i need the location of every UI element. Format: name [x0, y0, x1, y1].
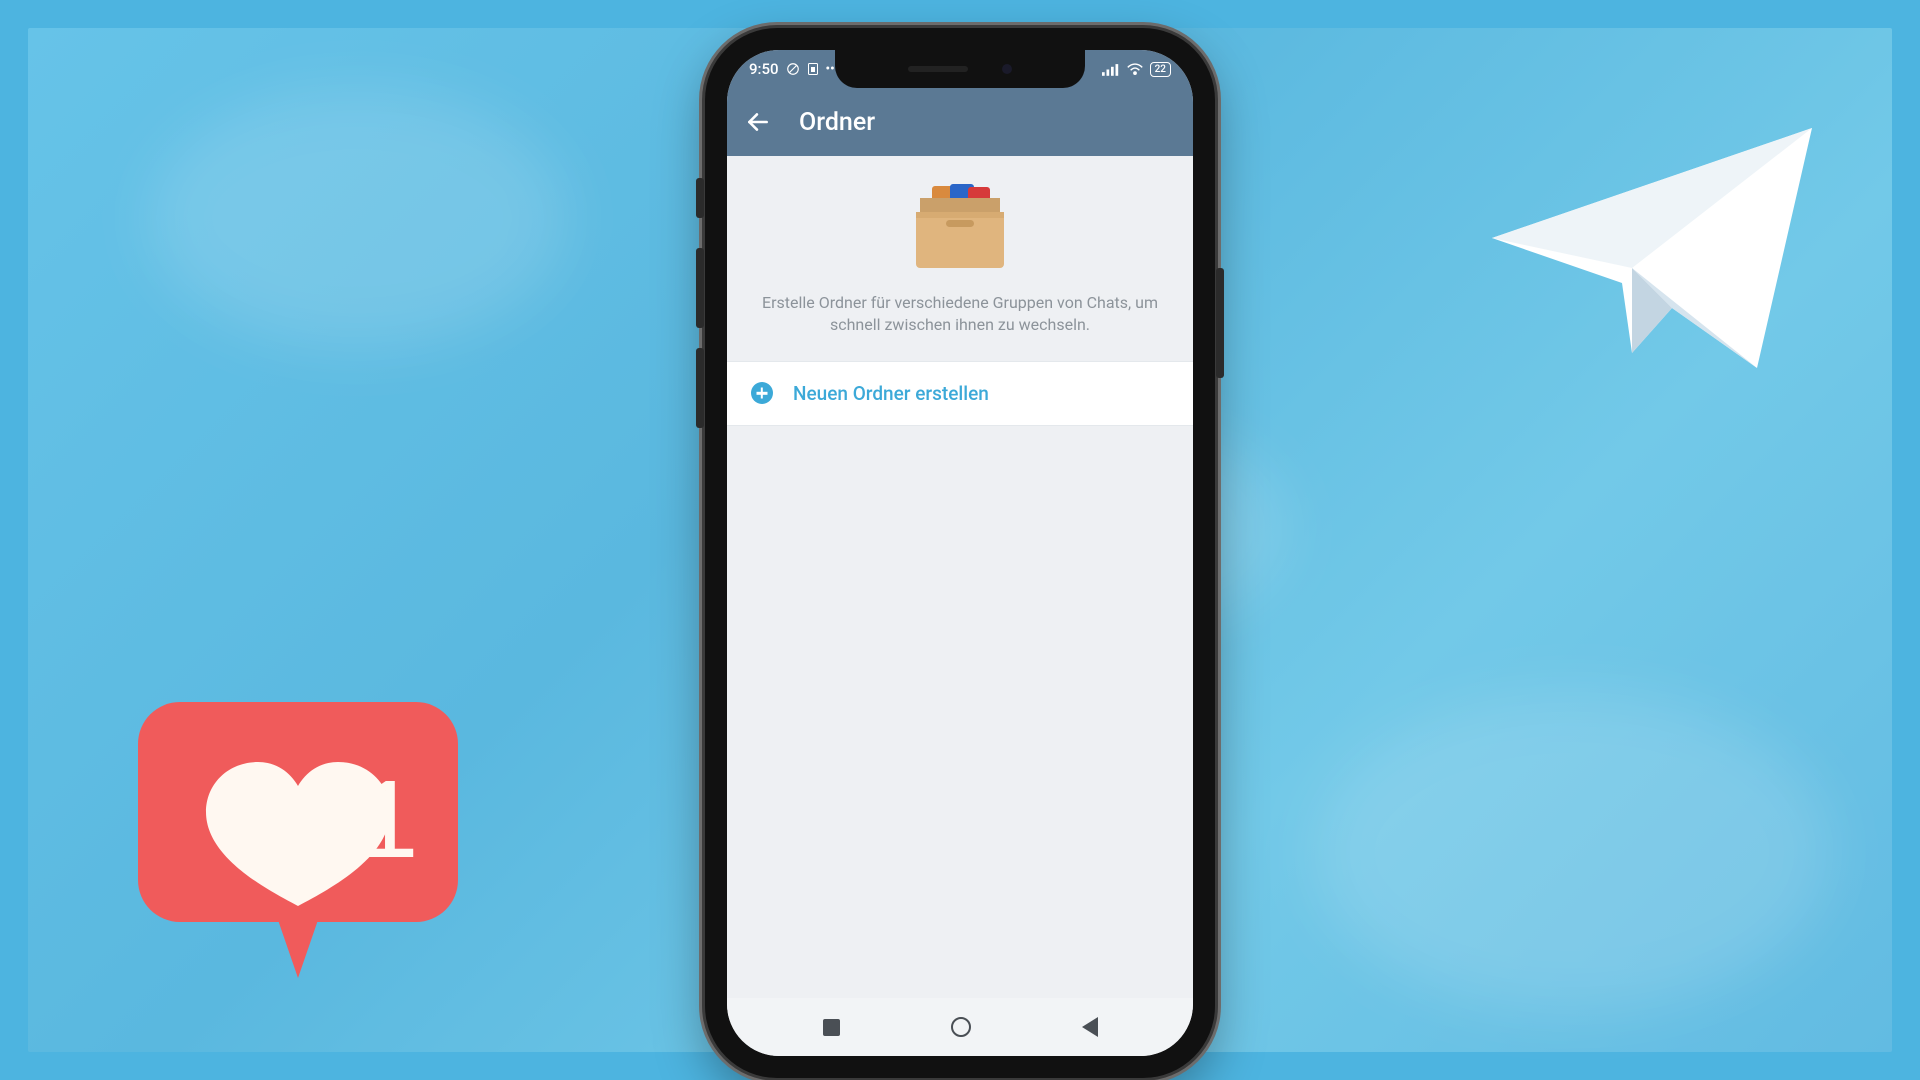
like-count-text: 1: [357, 758, 418, 881]
decorative-cloud: [148, 88, 568, 348]
back-button[interactable]: [745, 109, 771, 135]
phone-notch: [835, 50, 1085, 88]
page-title: Ordner: [799, 108, 875, 137]
hero-section: Erstelle Ordner für verschiedene Gruppen…: [727, 156, 1193, 361]
telegram-plane-icon: [1482, 98, 1822, 398]
plus-circle-icon: [751, 382, 773, 404]
phone-screen: 9:50 •••: [727, 50, 1193, 1056]
like-badge: 1: [128, 692, 468, 992]
battery-icon: 22: [1150, 62, 1171, 77]
signal-icon: [1102, 63, 1120, 76]
decorative-cloud: [1312, 692, 1832, 1012]
create-folder-label: Neuen Ordner erstellen: [793, 382, 989, 405]
wifi-icon: [1126, 63, 1144, 76]
folder-box-icon: [910, 184, 1010, 274]
android-nav-bar: [727, 998, 1193, 1056]
phone-mockup: 9:50 •••: [705, 28, 1215, 1078]
nav-back-button[interactable]: [1082, 1017, 1098, 1037]
background-panel: 1 9:50: [28, 28, 1892, 1052]
content-area: Erstelle Ordner für verschiedene Gruppen…: [727, 156, 1193, 426]
create-folder-button[interactable]: Neuen Ordner erstellen: [727, 361, 1193, 426]
status-time: 9:50: [749, 60, 779, 78]
sim-icon: [807, 62, 819, 76]
do-not-disturb-icon: [786, 62, 800, 76]
hero-description: Erstelle Ordner für verschiedene Gruppen…: [757, 292, 1163, 337]
nav-home-button[interactable]: [951, 1017, 971, 1037]
app-bar: Ordner: [727, 88, 1193, 156]
nav-recent-button[interactable]: [823, 1019, 840, 1036]
